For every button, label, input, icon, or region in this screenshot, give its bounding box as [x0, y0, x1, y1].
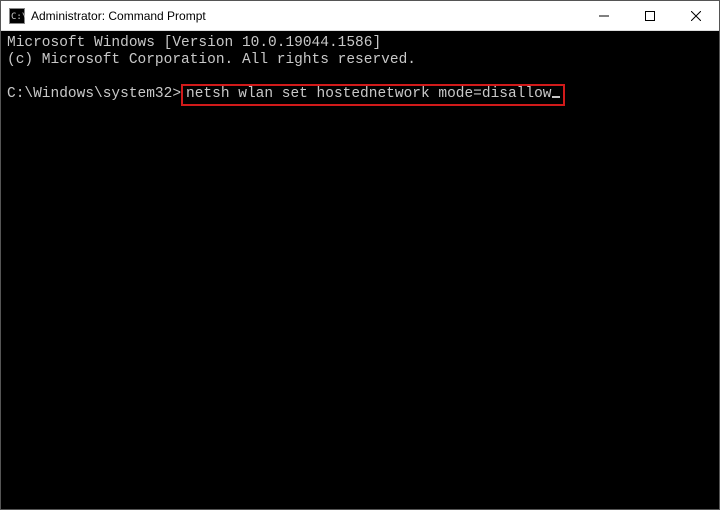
minimize-icon: [599, 11, 609, 21]
command-highlight: netsh wlan set hostednetwork mode=disall…: [181, 84, 564, 106]
cmd-icon: C:\: [9, 8, 25, 24]
close-button[interactable]: [673, 1, 719, 30]
window-controls: [581, 1, 719, 30]
copyright-line: (c) Microsoft Corporation. All rights re…: [7, 52, 416, 68]
close-icon: [691, 11, 701, 21]
version-line: Microsoft Windows [Version 10.0.19044.15…: [7, 35, 381, 51]
window-title: Administrator: Command Prompt: [31, 9, 206, 23]
prompt-path: C:\Windows\system32>: [7, 86, 181, 102]
minimize-button[interactable]: [581, 1, 627, 30]
titlebar[interactable]: C:\ Administrator: Command Prompt: [1, 1, 719, 31]
terminal-area[interactable]: Microsoft Windows [Version 10.0.19044.15…: [1, 31, 719, 509]
text-cursor: [552, 96, 560, 98]
command-prompt-window: C:\ Administrator: Command Prompt: [0, 0, 720, 510]
maximize-icon: [645, 11, 655, 21]
svg-text:C:\: C:\: [11, 12, 25, 22]
maximize-button[interactable]: [627, 1, 673, 30]
typed-command: netsh wlan set hostednetwork mode=disall…: [186, 86, 551, 102]
